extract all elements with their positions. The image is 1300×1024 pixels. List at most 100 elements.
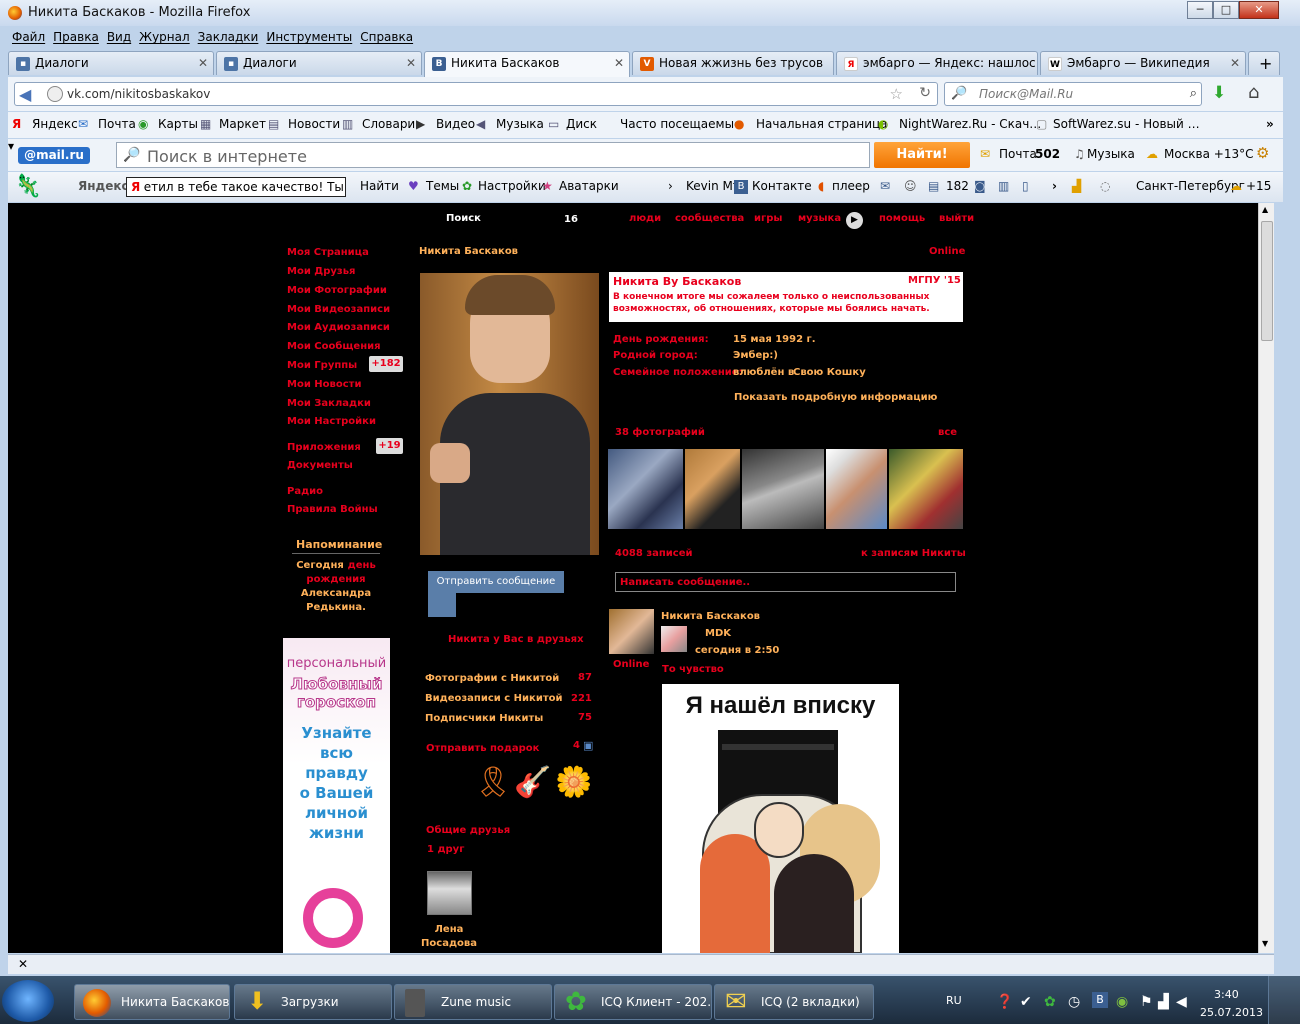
menu-my-groups[interactable]: Мои Группы	[287, 360, 357, 371]
tab-yandex[interactable]: Я эмбарго — Яндекс: нашлос…	[836, 51, 1038, 75]
menu-my-audio[interactable]: Мои Аудиозаписи	[287, 322, 390, 333]
search-icon[interactable]: ⌕	[1190, 86, 1197, 101]
new-tab-button[interactable]: +	[1248, 51, 1280, 75]
top-link-music[interactable]: музыка	[798, 213, 841, 224]
top-link-communities[interactable]: сообщества	[675, 213, 744, 224]
tab-dialogs-1[interactable]: ▪ Диалоги ✕	[8, 51, 214, 75]
menu-view[interactable]: Вид	[103, 27, 135, 47]
wall-link[interactable]: к записям Никиты	[861, 548, 966, 559]
gift-ribbon-icon[interactable]: 🎗	[474, 765, 512, 800]
search-bar[interactable]: 🔎 Поиск@Mail.Ru ⌕	[944, 82, 1202, 106]
tab-zhzhizn[interactable]: V Новая жжизнь без трусов	[632, 51, 834, 75]
pages-icon[interactable]: ▤	[928, 179, 939, 193]
menu-my-settings[interactable]: Мои Настройки	[287, 416, 376, 427]
close-find-bar-icon[interactable]: ✕	[18, 957, 28, 971]
settings-link[interactable]: Настройки	[478, 179, 546, 193]
home-icon[interactable]: ⌂	[1248, 82, 1259, 103]
url-text[interactable]: vk.com/nikitosbaskakov	[67, 87, 210, 101]
bookmark-music[interactable]: Музыка	[496, 117, 544, 131]
tab-dialogs-2[interactable]: ▪ Диалоги ✕	[216, 51, 422, 75]
info-birthday-value[interactable]: 15 мая 1992 г.	[733, 334, 816, 345]
photos-all-link[interactable]: все	[938, 427, 957, 438]
person-icon[interactable]: ☺	[904, 179, 917, 193]
tray-network-icon[interactable]: ▟	[1158, 994, 1169, 1010]
bookmark-disk[interactable]: Диск	[566, 117, 597, 131]
top-search-link[interactable]: Поиск	[446, 213, 481, 224]
contacts-link[interactable]: Контакте	[752, 179, 812, 193]
yandex-find-button[interactable]: Найти	[360, 179, 399, 193]
menu-my-videos[interactable]: Мои Видеозаписи	[287, 304, 390, 315]
reminder-text1[interactable]: день	[348, 560, 376, 571]
menu-my-bookmarks[interactable]: Мои Закладки	[287, 398, 371, 409]
mutual-friends-title[interactable]: Общие друзья	[426, 825, 510, 836]
menu-my-messages[interactable]: Мои Сообщения	[287, 341, 381, 352]
gift-daisy-icon[interactable]: 🌼	[555, 765, 592, 800]
start-button[interactable]	[2, 980, 54, 1022]
signal-icon[interactable]: ▟	[1072, 179, 1081, 193]
bookmark-news[interactable]: Новости	[288, 117, 340, 131]
back-arrow-icon[interactable]: ◀	[19, 85, 31, 104]
friend-avatar[interactable]	[427, 871, 472, 915]
bookmark-softwarez[interactable]: SoftWarez.su - Новый …	[1053, 117, 1200, 131]
show-more-info-link[interactable]: Показать подробную информацию	[734, 392, 937, 403]
tab-profile[interactable]: B Никита Баскаков ✕	[424, 51, 630, 77]
tray-nvidia-icon[interactable]: ◉	[1116, 994, 1128, 1010]
tray-flag-icon[interactable]: ⚑	[1140, 994, 1153, 1010]
weather-text[interactable]: Москва +13°C	[1164, 147, 1253, 161]
scroll-down-icon[interactable]: ▼	[1262, 939, 1268, 948]
top-link-help[interactable]: помощь	[879, 213, 925, 224]
menu-edit[interactable]: Правка	[49, 27, 103, 47]
bookmark-dictionaries[interactable]: Словари	[362, 117, 415, 131]
profile-photo[interactable]	[420, 273, 599, 555]
clock-date[interactable]: 25.07.2013	[1200, 1006, 1263, 1019]
tray-help-icon[interactable]: ❓	[996, 994, 1013, 1010]
menu-apps[interactable]: Приложения	[287, 442, 361, 453]
clock-time[interactable]: 3:40	[1214, 988, 1239, 1001]
tray-volume-icon[interactable]: ◀	[1176, 994, 1187, 1010]
close-tab-icon[interactable]: ✕	[614, 56, 624, 70]
chevron-right-icon[interactable]: ›	[668, 179, 673, 193]
themes-link[interactable]: Темы	[426, 179, 459, 193]
stat-videos-label[interactable]: Видеозаписи с Никитой	[425, 693, 563, 704]
menu-file[interactable]: Файл	[8, 27, 49, 47]
more-actions-button[interactable]	[428, 593, 456, 617]
post-author-name[interactable]: Никита Баскаков	[661, 611, 760, 622]
menu-bookmarks[interactable]: Закладки	[194, 27, 263, 47]
post-group-avatar[interactable]	[661, 626, 687, 652]
language-indicator[interactable]: RU	[946, 994, 962, 1007]
page-scrollbar[interactable]: ▲ ▼	[1258, 203, 1274, 953]
tab-wikipedia[interactable]: W Эмбарго — Википедия ✕	[1040, 51, 1246, 75]
mailru-search-input[interactable]: 🔎 Поиск в интернете	[116, 142, 870, 168]
user-name[interactable]: Kevin Mf	[686, 179, 737, 193]
bookmark-maps[interactable]: Карты	[158, 117, 198, 131]
post-time[interactable]: сегодня в 2:50	[695, 645, 779, 656]
gift-guitar-icon[interactable]: 🎸	[514, 765, 551, 800]
reminder-text2[interactable]: рождения	[306, 574, 365, 585]
stat-photos-label[interactable]: Фотографии с Никитой	[425, 673, 559, 684]
close-tab-icon[interactable]: ✕	[1230, 56, 1240, 70]
mailru-music-link[interactable]: Музыка	[1087, 147, 1135, 161]
post-image[interactable]: Я нашёл вписку	[662, 684, 899, 953]
post-group-name[interactable]: MDK	[705, 628, 731, 639]
info-relationship-partner[interactable]: Свою Кошку	[793, 367, 866, 378]
menu-radio[interactable]: Радио	[287, 486, 323, 497]
task-icq-client[interactable]: ✿ ICQ Клиент - 202...	[554, 984, 712, 1020]
bookmark-most-visited[interactable]: Часто посещаемые	[620, 117, 741, 131]
url-bar[interactable]: ◀ vk.com/nikitosbaskakov ☆ ↻	[14, 82, 938, 106]
reminder-name1[interactable]: Александра	[301, 588, 371, 599]
document-icon[interactable]: ▯	[1022, 179, 1029, 193]
photo-thumb-5[interactable]	[889, 449, 963, 529]
task-firefox[interactable]: Никита Баскаков...	[74, 984, 230, 1020]
menu-war-rules[interactable]: Правила Войны	[287, 504, 378, 515]
bookmark-start-page[interactable]: Начальная страница	[756, 117, 888, 131]
reminder-name2[interactable]: Редькина.	[306, 602, 366, 613]
gift-cat-icon[interactable]: 🐱	[428, 765, 459, 800]
mailru-find-button[interactable]: Найти!	[874, 142, 970, 168]
photo-thumb-2[interactable]	[685, 449, 740, 529]
chevron-right-icon[interactable]: ›	[1052, 179, 1057, 193]
bookmark-mail[interactable]: Почта	[98, 117, 136, 131]
download-arrow-icon[interactable]: ⬇	[1212, 83, 1226, 103]
tray-icq-icon[interactable]: ✿	[1044, 994, 1056, 1010]
city-name[interactable]: Санкт-Петербург	[1136, 179, 1245, 193]
close-button[interactable]: ✕	[1239, 1, 1279, 19]
